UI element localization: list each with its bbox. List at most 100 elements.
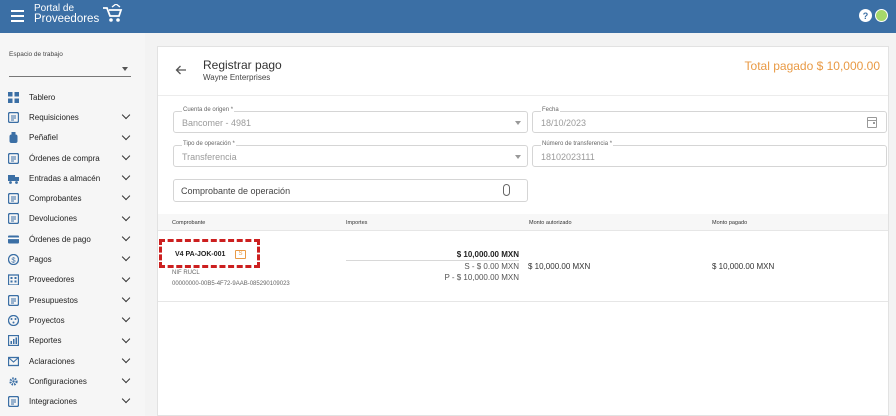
payment-card: Registrar pago Wayne Enterprises Total p… bbox=[157, 46, 889, 416]
divider bbox=[346, 260, 519, 261]
back-arrow-icon[interactable] bbox=[175, 64, 187, 76]
avatar[interactable] bbox=[875, 9, 888, 22]
sidebar-item-label: Órdenes de pago bbox=[29, 234, 91, 244]
sidebar-item-presupuestos[interactable]: Presupuestos bbox=[0, 290, 145, 310]
calendar-icon[interactable] bbox=[867, 117, 877, 128]
sidebar-item-aclaraciones[interactable]: Aclaraciones bbox=[0, 351, 145, 371]
returns-icon bbox=[8, 213, 19, 225]
gear-icon bbox=[9, 377, 18, 386]
origin-account-value: Bancomer - 4981 bbox=[182, 118, 252, 128]
caret-down-icon bbox=[122, 67, 128, 71]
chevron-down-icon[interactable] bbox=[121, 253, 131, 262]
authorized-amount: $ 10,000.00 MXN bbox=[528, 262, 591, 271]
menu-icon[interactable] bbox=[11, 10, 24, 22]
chevron-down-icon[interactable] bbox=[121, 374, 131, 384]
building-icon bbox=[8, 274, 19, 286]
sidebar-item-label: Reportes bbox=[29, 336, 62, 346]
table-row[interactable]: V4 PA-JOK-001 S NIF RUCL 00000000-00B5-4… bbox=[158, 231, 888, 302]
sidebar-item-devoluciones[interactable]: Devoluciones bbox=[0, 209, 145, 229]
proof-upload-label: Comprobante de operación bbox=[181, 186, 291, 196]
total-paid: Total pagado $ 10,000.00 bbox=[744, 59, 880, 73]
chevron-down-icon[interactable] bbox=[121, 395, 131, 404]
dashboard-icon bbox=[8, 91, 19, 103]
budget-icon bbox=[8, 294, 19, 306]
paperclip-icon[interactable] bbox=[503, 184, 510, 196]
chevron-down-icon[interactable] bbox=[121, 151, 131, 161]
sidebar-item-label: Proyectos bbox=[29, 315, 65, 325]
chevron-down-icon[interactable] bbox=[121, 131, 131, 140]
uuid-text: 00000000-00B5-4F72-9AAB-085290109023 bbox=[172, 281, 290, 287]
transfer-number-value: 18102023111 bbox=[541, 152, 595, 162]
column-header-importes: Importes bbox=[346, 220, 368, 226]
caret-down-icon bbox=[515, 155, 521, 159]
sidebar-nav: Tablero Requisiciones Peñafiel Órdenes de c… bbox=[0, 87, 145, 412]
sidebar-item-proveedores[interactable]: Proveedores bbox=[0, 270, 145, 290]
proof-upload-field[interactable]: Comprobante de operación bbox=[173, 179, 528, 202]
chevron-down-icon[interactable] bbox=[121, 192, 131, 201]
sidebar-item-configuraciones[interactable]: Configuraciones bbox=[0, 371, 145, 391]
amount-s: S - $ 0.00 MXN bbox=[464, 262, 519, 271]
sidebar-item-label: Aclaraciones bbox=[29, 356, 75, 366]
amount-total: $ 10,000.00 MXN bbox=[456, 250, 519, 259]
sidebar-item-label: Pagos bbox=[29, 255, 52, 265]
card-icon bbox=[8, 235, 19, 244]
sidebar-item-label: Presupuestos bbox=[29, 295, 78, 305]
sidebar-item-pagos[interactable]: $ Pagos bbox=[0, 249, 145, 269]
sidebar-item-label: Entradas a almacén bbox=[29, 173, 101, 183]
divider bbox=[158, 95, 888, 96]
sidebar-item-comprobantes[interactable]: Comprobantes bbox=[0, 188, 145, 208]
origin-account-select[interactable]: Cuenta de origen * Bancomer - 4981 bbox=[173, 107, 528, 133]
chevron-down-icon[interactable] bbox=[121, 232, 131, 242]
sidebar-item-label: Tablero bbox=[29, 92, 56, 102]
chevron-down-icon[interactable] bbox=[121, 334, 131, 343]
sidebar-item-proyectos[interactable]: Proyectos bbox=[0, 310, 145, 330]
date-label: Fecha bbox=[541, 107, 560, 113]
page-subtitle: Wayne Enterprises bbox=[203, 73, 271, 82]
workspace-select[interactable] bbox=[9, 63, 131, 77]
chevron-down-icon[interactable] bbox=[121, 314, 131, 323]
operation-type-value: Transferencia bbox=[182, 152, 237, 162]
date-field[interactable]: Fecha 18/10/2023 bbox=[532, 107, 887, 133]
svg-text:$: $ bbox=[11, 255, 16, 264]
chevron-down-icon[interactable] bbox=[121, 293, 131, 303]
column-header-monto-autorizado: Monto autorizado bbox=[529, 220, 572, 226]
page-title: Registrar pago bbox=[203, 58, 282, 72]
projects-icon bbox=[8, 314, 19, 326]
table-header: Comprobante Importes Monto autorizado Mo… bbox=[158, 214, 888, 231]
chevron-down-icon[interactable] bbox=[121, 273, 131, 282]
logo[interactable]: Portal de Proveedores bbox=[34, 4, 123, 25]
operation-type-select[interactable]: Tipo de operación * Transferencia bbox=[173, 141, 528, 167]
sidebar-item-label: Configuraciones bbox=[29, 376, 87, 386]
sidebar-item-label: Órdenes de compra bbox=[29, 153, 100, 163]
chevron-down-icon[interactable] bbox=[121, 212, 131, 222]
sidebar: Espacio de trabajo Tablero Requisiciones P… bbox=[0, 33, 145, 416]
sidebar-item-ordenes-de-compra[interactable]: Órdenes de compra bbox=[0, 148, 145, 168]
sidebar-item-label: Comprobantes bbox=[29, 194, 82, 204]
sidebar-item-label: Peñafiel bbox=[29, 133, 58, 143]
status-badge: S bbox=[235, 250, 246, 259]
sidebar-item-reportes[interactable]: Reportes bbox=[0, 331, 145, 351]
sidebar-item-integraciones[interactable]: Integraciones bbox=[0, 391, 145, 411]
amount-p: P - $ 10,000.00 MXN bbox=[444, 273, 519, 282]
bottle-icon bbox=[9, 132, 18, 144]
chevron-down-icon[interactable] bbox=[121, 171, 131, 181]
chevron-down-icon[interactable] bbox=[121, 111, 131, 120]
sidebar-item-ordenes-de-pago[interactable]: Órdenes de pago bbox=[0, 229, 145, 249]
sidebar-item-penafiel[interactable]: Peñafiel bbox=[0, 128, 145, 148]
purchase-order-icon bbox=[8, 152, 19, 164]
transfer-number-field[interactable]: Número de transferencia * 18102023111 bbox=[532, 141, 887, 167]
top-bar: Portal de Proveedores ? bbox=[0, 0, 896, 33]
help-icon[interactable]: ? bbox=[859, 9, 872, 22]
chevron-down-icon[interactable] bbox=[121, 354, 131, 364]
sidebar-item-requisiciones[interactable]: Requisiciones bbox=[0, 107, 145, 127]
operation-type-label: Tipo de operación * bbox=[182, 141, 236, 147]
transfer-number-label: Número de transferencia * bbox=[541, 141, 614, 147]
reports-icon bbox=[8, 335, 19, 347]
dollar-icon: $ bbox=[8, 254, 19, 266]
sidebar-item-tablero[interactable]: Tablero bbox=[0, 87, 145, 107]
paid-amount: $ 10,000.00 MXN bbox=[712, 262, 775, 271]
list-icon bbox=[8, 111, 19, 123]
sidebar-item-label: Devoluciones bbox=[29, 214, 78, 224]
date-value: 18/10/2023 bbox=[541, 118, 587, 128]
sidebar-item-entradas-a-almacen[interactable]: Entradas a almacén bbox=[0, 168, 145, 188]
